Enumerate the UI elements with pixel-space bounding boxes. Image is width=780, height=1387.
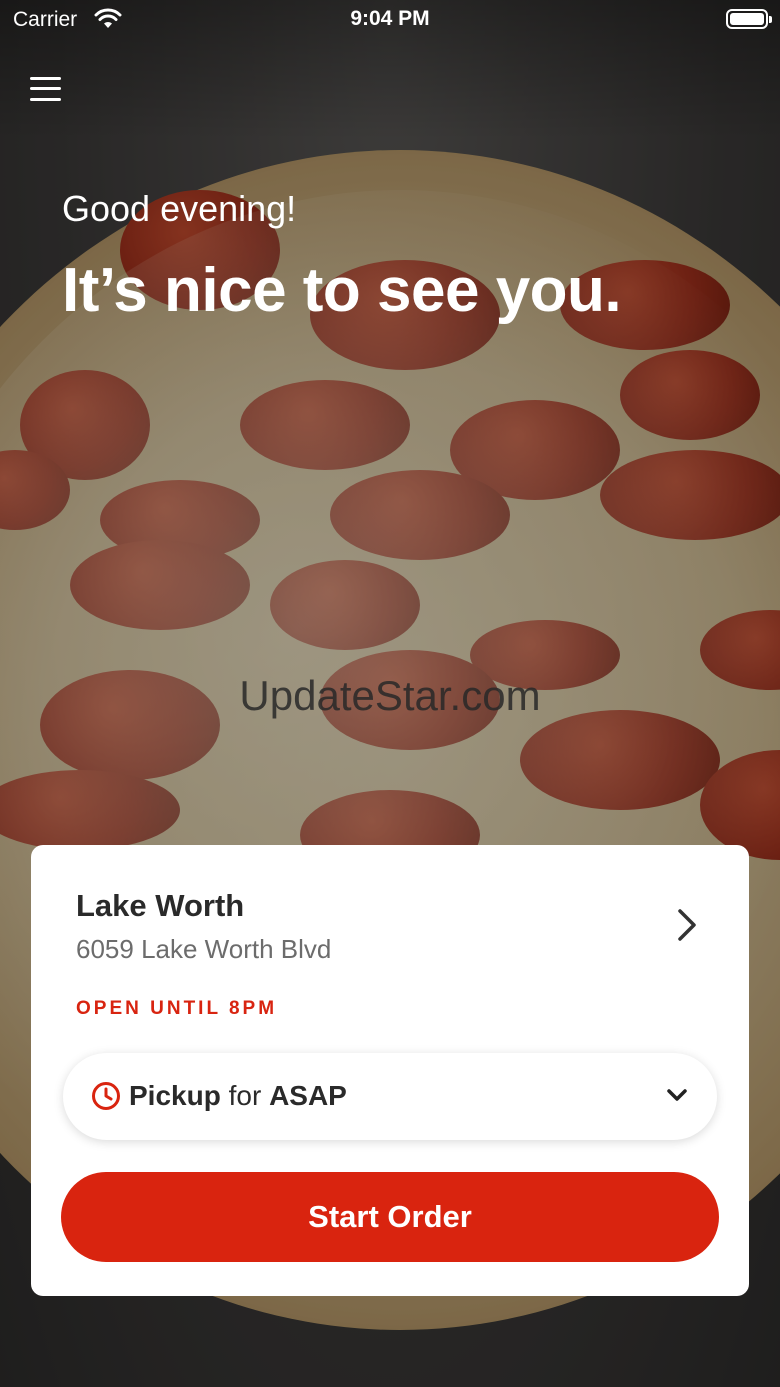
store-address: 6059 Lake Worth Blvd (76, 934, 332, 964)
order-mode: Pickup (129, 1080, 221, 1111)
hamburger-menu-icon[interactable] (30, 75, 62, 103)
watermark-text: UpdateStar.com (239, 672, 541, 719)
welcome-headline: It’s nice to see you. (62, 256, 622, 325)
clock-icon (92, 1082, 120, 1110)
order-time: ASAP (269, 1080, 347, 1111)
clock-time: 9:04 PM (350, 7, 430, 30)
chevron-right-icon[interactable] (671, 905, 701, 945)
order-connector: for (228, 1080, 262, 1111)
store-name: Lake Worth (76, 888, 245, 923)
chevron-down-icon (667, 1089, 687, 1101)
start-order-button[interactable]: Start Order (61, 1172, 719, 1262)
status-bar: Carrier 9:04 PM (0, 0, 780, 40)
store-hours-status: OPEN UNTIL 8PM (76, 998, 278, 1019)
battery-icon (726, 9, 772, 29)
store-card: Lake Worth 6059 Lake Worth Blvd OPEN UNT… (31, 845, 749, 1296)
greeting-text: Good evening! (62, 188, 297, 229)
order-type-label: Pickup for ASAP (129, 1080, 347, 1112)
order-type-selector[interactable]: Pickup for ASAP (63, 1053, 717, 1140)
